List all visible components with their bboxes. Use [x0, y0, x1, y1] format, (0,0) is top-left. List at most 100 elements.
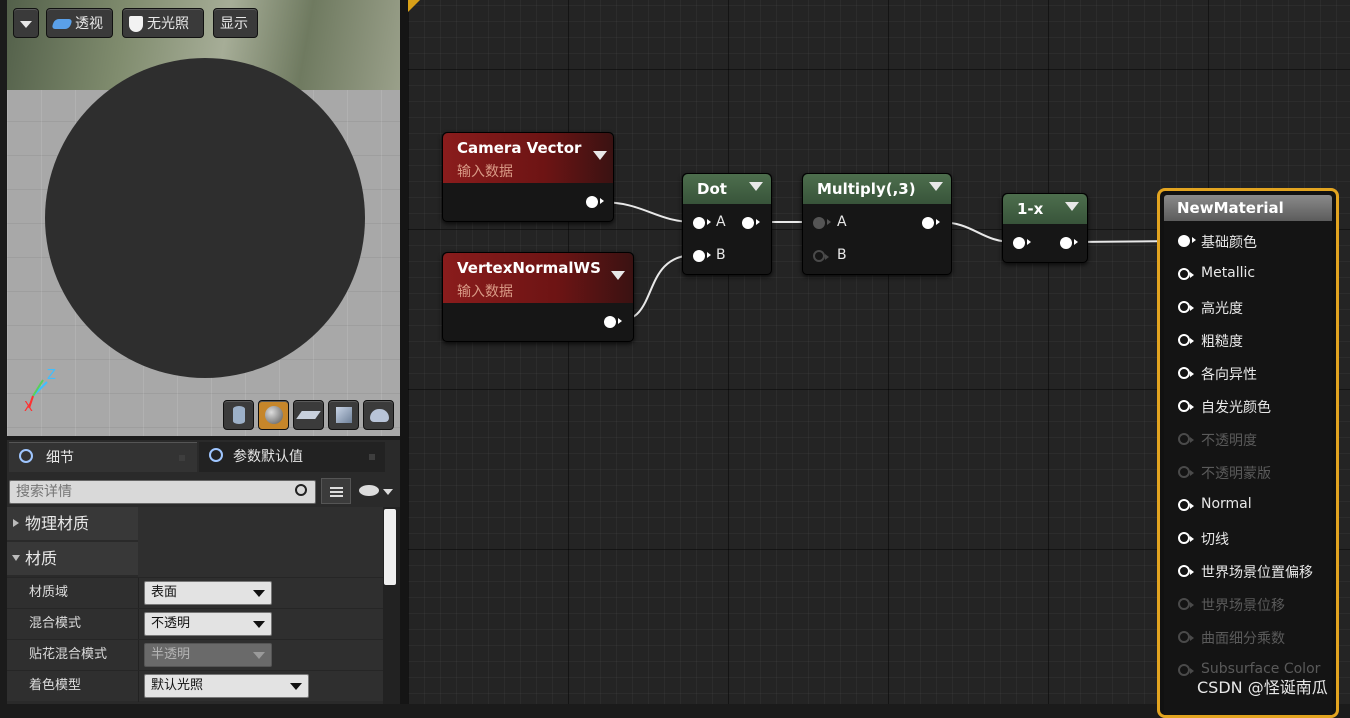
- shading-model-dropdown[interactable]: 默认光照: [144, 674, 309, 698]
- input-pin[interactable]: [1178, 598, 1194, 610]
- details-panel: 细节 参数默认值 物理材质 材质 材质域 表面 混合模式 不透明 贴花混合模式: [7, 440, 400, 704]
- output-pin[interactable]: [922, 217, 940, 229]
- triangle-down-icon[interactable]: [611, 271, 625, 280]
- pin-label: 曲面细分乘数: [1201, 631, 1285, 647]
- preview-cylinder-button[interactable]: [223, 400, 254, 430]
- blend-mode-dropdown[interactable]: 不透明: [144, 612, 272, 636]
- input-pin[interactable]: [1013, 237, 1031, 249]
- output-pin[interactable]: [604, 316, 622, 328]
- node-header: Multiply(,3): [803, 174, 951, 204]
- node-dot[interactable]: Dot A B: [682, 173, 772, 275]
- chevron-down-icon: [20, 21, 32, 28]
- material-pin-row[interactable]: 世界场景位移: [1176, 595, 1336, 615]
- preview-teapot-button[interactable]: [363, 400, 394, 430]
- material-pin-row[interactable]: 基础颜色: [1176, 232, 1336, 252]
- material-preview-viewport[interactable]: 透视 无光照 显示 Z X: [7, 0, 400, 436]
- property-row: 着色模型 默认光照: [7, 670, 390, 702]
- graph-corner-marker: [408, 0, 420, 12]
- eye-icon: [359, 485, 379, 496]
- pin-label: Metallic: [1201, 265, 1256, 281]
- input-pin[interactable]: [1178, 367, 1194, 379]
- node-subtitle: 输入数据: [457, 164, 513, 180]
- material-pin-row[interactable]: 粗糙度: [1176, 331, 1336, 351]
- material-pin-row[interactable]: 自发光颜色: [1176, 397, 1336, 417]
- material-pin-row[interactable]: Metallic: [1176, 265, 1336, 285]
- pin-label: B: [837, 247, 847, 263]
- lighting-mode-button[interactable]: 无光照: [122, 8, 204, 38]
- input-pin-a[interactable]: [693, 217, 711, 229]
- search-icon: [295, 484, 307, 496]
- input-pin[interactable]: [1178, 532, 1194, 544]
- chevron-down-icon: [383, 489, 393, 495]
- input-pin[interactable]: [1178, 301, 1194, 313]
- details-scrollbar-thumb[interactable]: [384, 509, 396, 585]
- property-name: 着色模型: [29, 678, 82, 693]
- input-pin[interactable]: [1178, 334, 1194, 346]
- node-header: 1-x: [1003, 194, 1087, 224]
- material-pin-row[interactable]: 高光度: [1176, 298, 1336, 318]
- material-pin-row[interactable]: 切线: [1176, 529, 1336, 549]
- material-pin-row[interactable]: Normal: [1176, 496, 1336, 516]
- material-pin-row[interactable]: 曲面细分乘数: [1176, 628, 1336, 648]
- input-pin-b[interactable]: [693, 250, 711, 262]
- input-pin-b[interactable]: [813, 250, 829, 262]
- node-camera-vector[interactable]: Camera Vector 输入数据: [442, 132, 614, 222]
- category-value-area: [138, 507, 383, 577]
- material-pin-row[interactable]: 各向异性: [1176, 364, 1336, 384]
- input-pin-a[interactable]: [813, 217, 831, 229]
- material-pin-row[interactable]: 不透明蒙版: [1176, 463, 1336, 483]
- input-pin[interactable]: [1178, 664, 1194, 676]
- node-one-minus[interactable]: 1-x: [1002, 193, 1088, 263]
- input-pin[interactable]: [1178, 466, 1194, 478]
- preview-sphere-button[interactable]: [258, 400, 289, 430]
- details-search[interactable]: [9, 480, 316, 504]
- property-name: 混合模式: [29, 616, 82, 631]
- viewport-options-button[interactable]: [13, 8, 39, 38]
- panel-splitter[interactable]: [400, 0, 408, 704]
- input-pin[interactable]: [1178, 499, 1194, 511]
- output-pin[interactable]: [1060, 237, 1078, 249]
- details-scrollbar-track[interactable]: [383, 507, 400, 704]
- dropdown-value: 表面: [151, 585, 178, 600]
- close-icon[interactable]: [369, 454, 375, 460]
- tab-parameter-defaults[interactable]: 参数默认值: [199, 442, 385, 472]
- material-pin-row[interactable]: 世界场景位置偏移: [1176, 562, 1336, 582]
- input-pin[interactable]: [1178, 631, 1194, 643]
- tab-details[interactable]: 细节: [9, 442, 197, 472]
- search-input[interactable]: [10, 481, 292, 503]
- category-physical-material[interactable]: 物理材质: [7, 507, 138, 540]
- show-button[interactable]: 显示: [213, 8, 258, 38]
- close-icon[interactable]: [179, 455, 185, 461]
- input-pin[interactable]: [1178, 400, 1194, 412]
- triangle-down-icon[interactable]: [749, 182, 763, 191]
- input-pin[interactable]: [1178, 565, 1194, 577]
- preview-cube-button[interactable]: [328, 400, 359, 430]
- triangle-down-icon[interactable]: [593, 151, 607, 160]
- material-domain-dropdown[interactable]: 表面: [144, 581, 272, 605]
- input-pin[interactable]: [1178, 268, 1194, 280]
- sphere-icon: [265, 406, 283, 424]
- input-pin[interactable]: [1178, 433, 1194, 445]
- teapot-icon: [370, 409, 389, 422]
- perspective-button[interactable]: 透视: [46, 8, 113, 38]
- input-pin[interactable]: [1178, 235, 1196, 247]
- material-pin-row[interactable]: 不透明度: [1176, 430, 1336, 450]
- output-pin[interactable]: [586, 196, 604, 208]
- perspective-icon: [51, 19, 73, 29]
- magnifier-icon: [209, 448, 223, 462]
- triangle-down-icon[interactable]: [1065, 202, 1079, 211]
- category-material[interactable]: 材质: [7, 542, 138, 575]
- preview-plane-button[interactable]: [293, 400, 324, 430]
- visibility-filter-button[interactable]: [357, 480, 395, 502]
- cylinder-icon: [233, 406, 245, 424]
- chevron-down-icon: [253, 590, 265, 597]
- triangle-down-icon[interactable]: [929, 182, 943, 191]
- plane-icon: [296, 411, 321, 419]
- node-vertex-normal-ws[interactable]: VertexNormalWS 输入数据: [442, 252, 634, 342]
- pin-label: B: [716, 247, 726, 263]
- output-pin[interactable]: [742, 217, 760, 229]
- grid-icon: [330, 485, 343, 497]
- triangle-down-icon: [12, 555, 20, 561]
- node-multiply[interactable]: Multiply(,3) A B: [802, 173, 952, 275]
- table-view-button[interactable]: [321, 478, 351, 504]
